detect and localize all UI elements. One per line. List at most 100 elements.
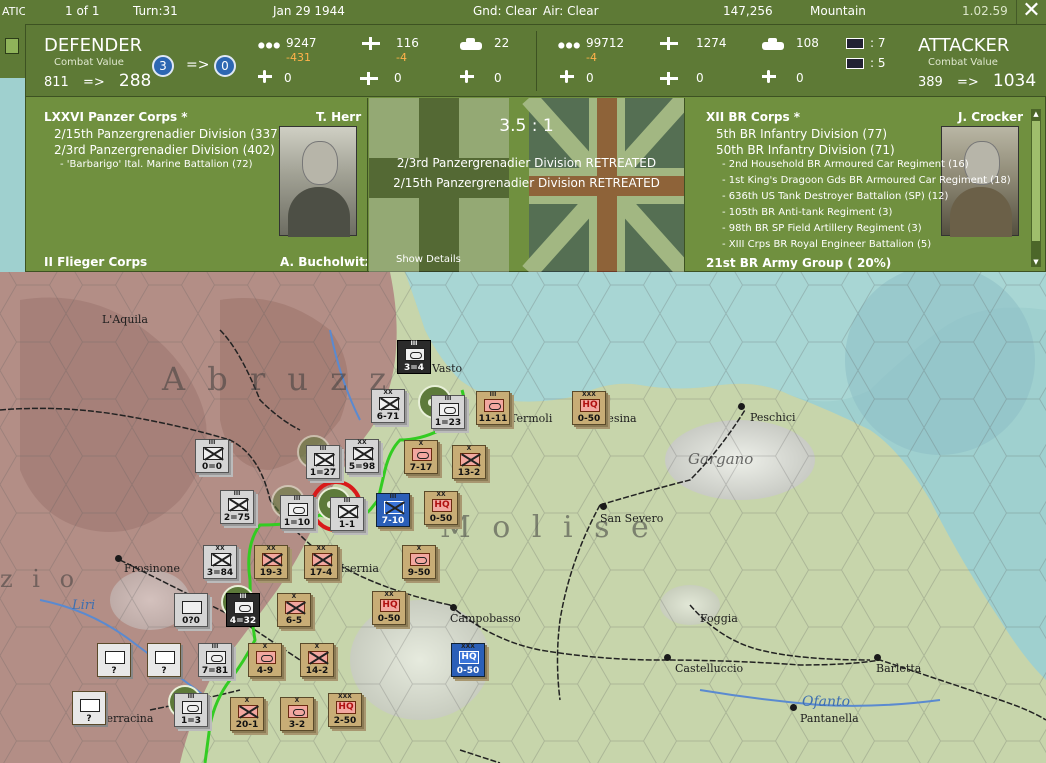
show-details-link[interactable]: Show Details bbox=[396, 254, 461, 265]
hex-coordinates: 147,256 bbox=[723, 4, 773, 18]
unit-counter[interactable]: III 11-11 bbox=[476, 391, 510, 425]
attacker-next-corps[interactable]: 21st BR Army Group ( 20%) bbox=[706, 256, 891, 270]
game-version: 1.02.59 bbox=[962, 4, 1008, 18]
unknown-unit-counter[interactable]: ? bbox=[72, 691, 106, 725]
unit-counter[interactable]: X 9-50 bbox=[402, 545, 436, 579]
unit-strength: 0-50 bbox=[456, 666, 480, 676]
unit-counter[interactable]: III 1=3 bbox=[174, 693, 208, 727]
unit-counter[interactable]: III 0=0 bbox=[195, 439, 229, 473]
unit-counter[interactable]: III 3=4 bbox=[397, 340, 431, 374]
unit-counter[interactable]: XX 3=84 bbox=[203, 545, 237, 579]
unit-counter[interactable]: XX 5=98 bbox=[345, 439, 379, 473]
hq-counter[interactable]: XX HQ 0-50 bbox=[424, 491, 458, 525]
unit-symbol bbox=[105, 651, 125, 664]
unit-counter[interactable]: III 1=27 bbox=[306, 445, 340, 479]
defender-next-commander: A. Bucholwitz bbox=[280, 255, 368, 269]
unit-counter[interactable]: III 7-10 bbox=[376, 493, 410, 527]
unit-counter[interactable]: XX 17-4 bbox=[304, 545, 338, 579]
city-label-foggia: Foggia bbox=[700, 612, 738, 625]
fighter-icon bbox=[258, 70, 272, 83]
unit-counter[interactable]: X 13-2 bbox=[452, 445, 486, 479]
attacker-subunit[interactable]: - 636th US Tank Destroyer Battalion (SP)… bbox=[722, 191, 948, 202]
unit-size: XX bbox=[383, 389, 393, 396]
unit-symbol bbox=[182, 601, 202, 614]
left-panel-button[interactable] bbox=[5, 38, 19, 54]
unknown-unit-counter[interactable]: ? bbox=[147, 643, 181, 677]
hq-counter[interactable]: XX HQ 0-50 bbox=[372, 591, 406, 625]
defender-combat-value: 811 => 288 bbox=[44, 71, 151, 91]
attacker-subunit[interactable]: - 105th BR Anti-tank Regiment (3) bbox=[722, 207, 892, 218]
infantry-symbol-icon bbox=[308, 651, 328, 664]
city-label-pantanella: Pantanella bbox=[800, 712, 859, 725]
unit-counter[interactable]: III 4=32 bbox=[226, 593, 260, 627]
hq-symbol: HQ bbox=[580, 399, 600, 412]
unit-strength: 2-50 bbox=[333, 716, 357, 726]
scroll-up-arrow-icon[interactable]: ▲ bbox=[1031, 109, 1041, 119]
defender-badge-arrow: => bbox=[186, 57, 210, 73]
unit-strength: 6-71 bbox=[376, 412, 400, 422]
defender-unit[interactable]: 2/3rd Panzergrenadier Division (402) bbox=[54, 143, 275, 157]
unit-size: X bbox=[294, 697, 300, 704]
artillery-icon bbox=[660, 37, 678, 50]
unit-counter[interactable]: III 7=81 bbox=[198, 643, 232, 677]
unit-size: XX bbox=[357, 439, 367, 446]
unit-counter[interactable]: III 1=23 bbox=[431, 395, 465, 429]
unit-counter[interactable]: III 1=10 bbox=[280, 495, 314, 529]
hq-counter[interactable]: XXX HQ 0-50 bbox=[572, 391, 606, 425]
supply-type-icon bbox=[846, 58, 864, 69]
unit-size: III bbox=[343, 497, 351, 504]
unit-counter[interactable]: XX 19-3 bbox=[254, 545, 288, 579]
defender-entrench-badge: 3 bbox=[152, 55, 174, 77]
unit-strength: 6-5 bbox=[285, 616, 303, 626]
unit-counter[interactable]: X 3-2 bbox=[280, 697, 314, 731]
unit-strength: 14-2 bbox=[305, 666, 329, 676]
attacker-men-loss: -4 bbox=[586, 51, 597, 64]
attacker-subunit[interactable]: - XIII Crps BR Royal Engineer Battalion … bbox=[722, 239, 931, 250]
attacker-corps[interactable]: XII BR Corps * bbox=[706, 110, 800, 124]
attacker-subunit[interactable]: - 1st King's Dragoon Gds BR Armoured Car… bbox=[722, 175, 1011, 186]
defender-cv-arrow: => bbox=[82, 75, 105, 90]
hq-symbol: HQ bbox=[432, 499, 452, 512]
city-dot-peschici bbox=[738, 403, 745, 410]
armor-symbol-icon bbox=[410, 553, 430, 566]
attacker-subunit[interactable]: - 98th BR SP Field Artillery Regiment (3… bbox=[722, 223, 922, 234]
defender-guns: 116 bbox=[396, 36, 419, 50]
units-scrollbar[interactable]: ▲ ▼ bbox=[1031, 109, 1041, 267]
defender-unit[interactable]: 2/15th Panzergrenadier Division (337) bbox=[54, 127, 282, 141]
unit-counter[interactable]: 0?0 bbox=[174, 593, 208, 627]
attacker-subunit[interactable]: - 2nd Household BR Armoured Car Regiment… bbox=[722, 159, 969, 170]
unit-counter[interactable]: X 7-17 bbox=[404, 440, 438, 474]
defender-men: 9247 bbox=[286, 36, 317, 50]
unit-size: X bbox=[244, 697, 250, 704]
scrollbar-thumb[interactable] bbox=[1032, 121, 1040, 241]
hq-counter[interactable]: XXX HQ 0-50 bbox=[451, 643, 485, 677]
bomber-icon bbox=[360, 72, 378, 85]
city-dot-barletta bbox=[874, 654, 881, 661]
city-label-isernia: Isernia bbox=[340, 562, 379, 575]
unit-strength: 0=0 bbox=[201, 462, 223, 472]
unit-counter[interactable]: X 14-2 bbox=[300, 643, 334, 677]
unit-counter[interactable]: III 2=75 bbox=[220, 490, 254, 524]
defender-next-corps[interactable]: II Flieger Corps bbox=[44, 255, 147, 269]
infantry-symbol-icon bbox=[460, 453, 480, 466]
attacked-unit-counter[interactable]: III 1-1 bbox=[330, 497, 364, 531]
unit-counter[interactable]: XX 6-71 bbox=[371, 389, 405, 423]
armor-symbol-icon bbox=[182, 701, 202, 714]
hq-counter[interactable]: XXX HQ 2-50 bbox=[328, 693, 362, 727]
unknown-unit-counter[interactable]: ? bbox=[97, 643, 131, 677]
air-condition: Air: Clear bbox=[543, 4, 599, 18]
attacker-unit[interactable]: 5th BR Infantry Division (77) bbox=[716, 127, 887, 141]
unit-size: XXX bbox=[582, 391, 596, 398]
region-label-gargano: Gargano bbox=[688, 450, 754, 468]
scroll-down-arrow-icon[interactable]: ▼ bbox=[1031, 257, 1041, 267]
defender-corps[interactable]: LXXVI Panzer Corps * bbox=[44, 110, 188, 124]
attacker-unit[interactable]: 50th BR Infantry Division (71) bbox=[716, 143, 895, 157]
unit-counter[interactable]: X 6-5 bbox=[277, 593, 311, 627]
unit-counter[interactable]: X 20-1 bbox=[230, 697, 264, 731]
defender-subunit[interactable]: - 'Barbarigo' Ital. Marine Battalion (72… bbox=[60, 159, 253, 170]
armor-symbol-icon bbox=[288, 503, 308, 516]
unit-strength: 7-17 bbox=[409, 463, 433, 473]
unit-counter[interactable]: X 4-9 bbox=[248, 643, 282, 677]
close-button[interactable]: ✕ bbox=[1016, 0, 1046, 24]
unit-size: X bbox=[291, 593, 297, 600]
